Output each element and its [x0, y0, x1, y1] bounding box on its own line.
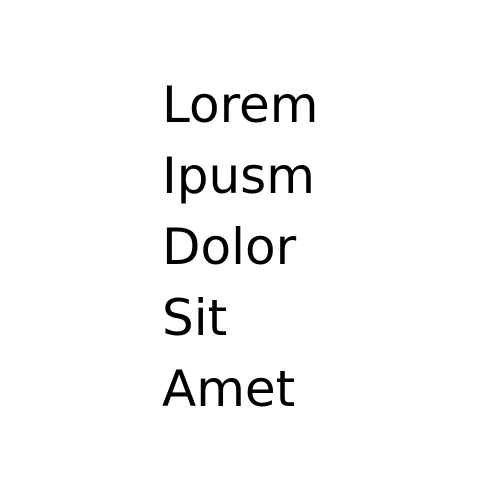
- word-list: Lorem Ipusm Dolor Sit Amet: [162, 70, 482, 425]
- word-item: Sit: [162, 289, 228, 347]
- word-item: Amet: [162, 360, 296, 418]
- word-item: Lorem: [162, 76, 319, 134]
- word-item: Dolor: [162, 218, 297, 276]
- word-item: Ipusm: [162, 147, 315, 205]
